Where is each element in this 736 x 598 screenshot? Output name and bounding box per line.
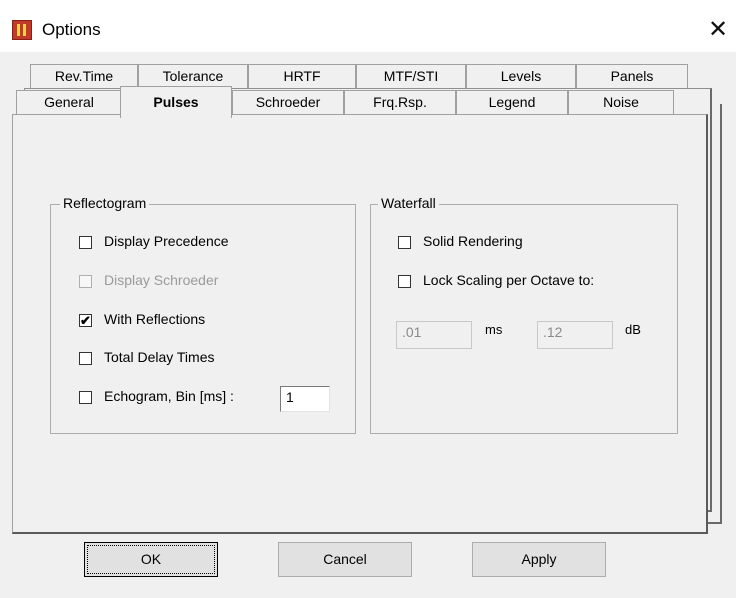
title-bar: Options ✕	[0, 0, 736, 52]
display-precedence-checkbox[interactable]	[79, 236, 92, 249]
app-icon	[12, 20, 32, 40]
tab-panels[interactable]: Panels	[576, 64, 688, 90]
solid-rendering-checkbox[interactable]	[398, 236, 411, 249]
tab-label: MTF/STI	[383, 68, 439, 84]
close-button[interactable]: ✕	[700, 12, 736, 48]
tab-label: Panels	[610, 68, 654, 84]
tab-frq-rsp[interactable]: Frq.Rsp.	[344, 90, 456, 116]
display-schroeder-label: Display Schroeder	[104, 272, 219, 288]
tab-label: General	[44, 94, 94, 110]
ms-unit-label: ms	[485, 322, 503, 337]
waterfall-group	[370, 204, 678, 434]
reflectogram-legend: Reflectogram	[60, 195, 150, 211]
ok-button[interactable]: OK	[84, 542, 218, 577]
lock-scaling-checkbox[interactable]	[398, 275, 411, 288]
tab-label: Levels	[500, 68, 542, 84]
tab-pulses[interactable]: Pulses	[120, 86, 232, 118]
display-precedence-label: Display Precedence	[104, 233, 229, 249]
db-input[interactable]: .12	[537, 321, 613, 349]
checkmark-icon: ✔	[80, 313, 91, 328]
ms-input[interactable]: .01	[396, 321, 472, 349]
tab-label: Legend	[488, 94, 536, 110]
with-reflections-checkbox[interactable]: ✔	[79, 314, 92, 327]
tab-hrtf[interactable]: HRTF	[248, 64, 356, 90]
tab-legend[interactable]: Legend	[456, 90, 568, 116]
tab-label: Noise	[603, 94, 639, 110]
echogram-label: Echogram, Bin [ms] :	[104, 388, 234, 404]
echogram-checkbox[interactable]	[79, 391, 92, 404]
with-reflections-label: With Reflections	[104, 311, 206, 327]
echogram-bin-input[interactable]: 1	[280, 386, 330, 412]
tab-label: Pulses	[153, 94, 199, 110]
tab-label: Rev.Time	[54, 68, 114, 84]
tab-label: Frq.Rsp.	[373, 94, 427, 110]
tab-schroeder[interactable]: Schroeder	[232, 90, 344, 116]
apply-button[interactable]: Apply	[472, 542, 606, 577]
solid-rendering-label: Solid Rendering	[423, 233, 523, 249]
db-unit-label: dB	[625, 322, 641, 337]
total-delay-times-checkbox[interactable]	[79, 352, 92, 365]
cancel-button[interactable]: Cancel	[278, 542, 412, 577]
options-dialog: Options ✕ Rev.Time Tolerance HRTF MTF/ST…	[0, 0, 736, 598]
tab-levels[interactable]: Levels	[466, 64, 576, 90]
tab-noise[interactable]: Noise	[568, 90, 674, 116]
waterfall-legend: Waterfall	[378, 195, 439, 211]
tab-label: HRTF	[283, 68, 321, 84]
tab-mtf-sti[interactable]: MTF/STI	[356, 64, 466, 90]
total-delay-times-label: Total Delay Times	[104, 349, 215, 365]
tab-general[interactable]: General	[16, 90, 122, 116]
lock-scaling-label: Lock Scaling per Octave to:	[423, 272, 595, 288]
display-schroeder-checkbox[interactable]	[79, 275, 92, 288]
tab-label: Schroeder	[255, 94, 321, 110]
tab-label: Tolerance	[162, 68, 224, 84]
window-title: Options	[42, 20, 101, 39]
